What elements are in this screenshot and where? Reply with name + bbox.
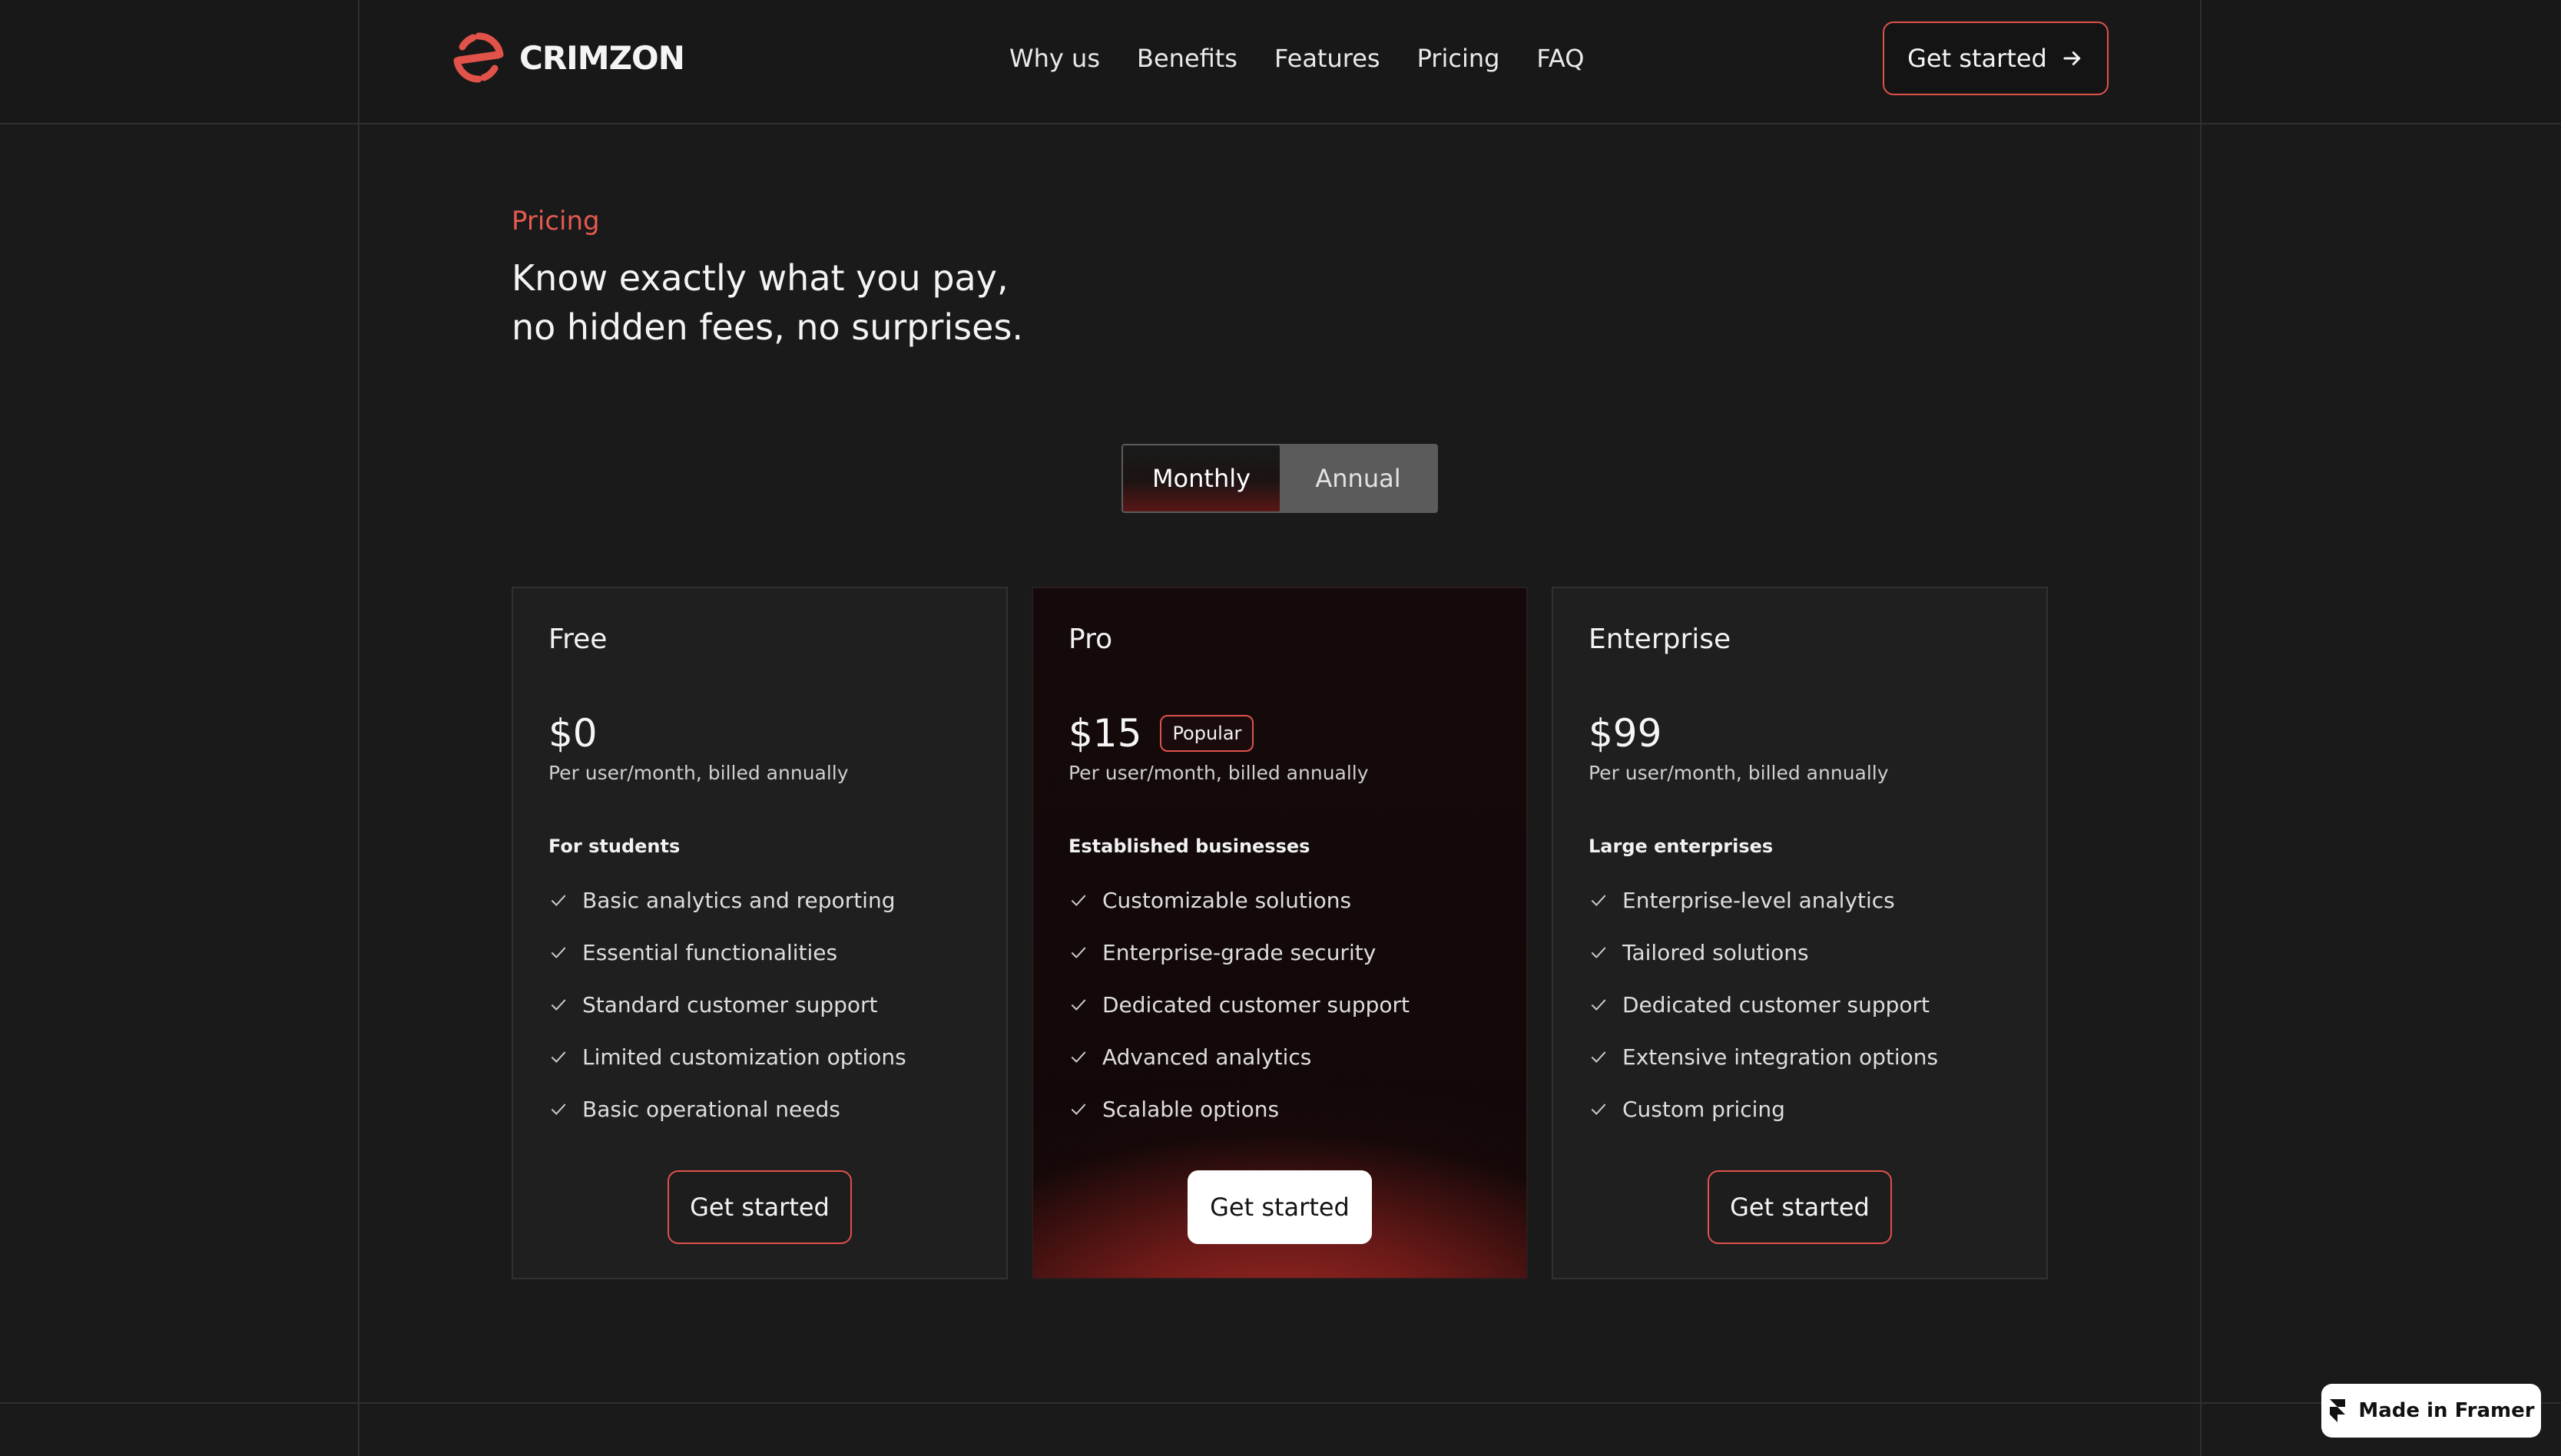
- feature-item: Standard customer support: [548, 978, 906, 1031]
- toggle-monthly[interactable]: Monthly: [1123, 445, 1280, 511]
- feature-text: Customizable solutions: [1102, 887, 1352, 913]
- plan-billing: Per user/month, billed annually: [1589, 762, 1889, 784]
- nav-item-why-us[interactable]: Why us: [1009, 40, 1100, 77]
- feature-item: Enterprise-grade security: [1068, 926, 1410, 978]
- feature-item: Custom pricing: [1589, 1083, 1938, 1135]
- nav-item-features[interactable]: Features: [1274, 40, 1380, 77]
- check-icon: [1071, 1104, 1086, 1115]
- feature-list: Enterprise-level analytics Tailored solu…: [1589, 874, 1938, 1135]
- nav-item-faq[interactable]: FAQ: [1536, 40, 1584, 77]
- brand-name: CRIMZON: [519, 38, 685, 77]
- toggle-annual[interactable]: Annual: [1280, 445, 1436, 511]
- feature-text: Custom pricing: [1622, 1096, 1785, 1122]
- popular-badge: Popular: [1160, 715, 1254, 752]
- feature-text: Standard customer support: [582, 991, 878, 1018]
- feature-item: Dedicated customer support: [1068, 978, 1410, 1031]
- price-row: $99: [1589, 711, 1662, 756]
- feature-text: Enterprise-level analytics: [1622, 887, 1895, 913]
- header-grid-line-left: [358, 0, 359, 124]
- framer-logo-icon: [2330, 1399, 2346, 1422]
- feature-text: Dedicated customer support: [1622, 991, 1930, 1018]
- feature-text: Limited customization options: [582, 1044, 906, 1070]
- check-icon: [1071, 947, 1086, 958]
- header-grid-line-right: [2200, 0, 2202, 124]
- feature-item: Basic operational needs: [548, 1083, 906, 1135]
- feature-list: Basic analytics and reporting Essential …: [548, 874, 906, 1135]
- feature-item: Tailored solutions: [1589, 926, 1938, 978]
- check-icon: [1591, 1104, 1606, 1115]
- plan-audience: For students: [548, 836, 681, 857]
- feature-text: Dedicated customer support: [1102, 991, 1410, 1018]
- header-divider: [0, 123, 2561, 124]
- check-icon: [551, 1104, 566, 1115]
- check-icon: [1591, 999, 1606, 1011]
- feature-text: Essential functionalities: [582, 939, 838, 965]
- plan-name: Free: [548, 624, 608, 655]
- feature-text: Advanced analytics: [1102, 1044, 1312, 1070]
- plan-card-pro: Pro $15 Popular Per user/month, billed a…: [1032, 587, 1528, 1279]
- plan-price: $99: [1589, 711, 1662, 756]
- check-icon: [1071, 1051, 1086, 1063]
- title-line-2: no hidden fees, no surprises.: [512, 306, 1024, 348]
- nav-item-pricing[interactable]: Pricing: [1417, 40, 1500, 77]
- plan-billing: Per user/month, billed annually: [548, 762, 849, 784]
- check-icon: [551, 947, 566, 958]
- check-icon: [1591, 947, 1606, 958]
- plan-card-free: Free $0 Per user/month, billed annually …: [512, 587, 1008, 1279]
- plan-name: Enterprise: [1589, 624, 1731, 655]
- plan-audience: Established businesses: [1068, 836, 1310, 857]
- grid-line-bottom: [0, 1402, 2561, 1404]
- plan-price: $15: [1068, 711, 1142, 756]
- feature-text: Tailored solutions: [1622, 939, 1809, 965]
- arrow-right-icon: [2063, 51, 2081, 65]
- section-title: Know exactly what you pay, no hidden fee…: [512, 253, 1203, 352]
- free-get-started-button[interactable]: Get started: [668, 1170, 852, 1244]
- feature-item: Advanced analytics: [1068, 1031, 1410, 1083]
- price-row: $0: [548, 711, 598, 756]
- feature-list: Customizable solutions Enterprise-grade …: [1068, 874, 1410, 1135]
- title-line-1: Know exactly what you pay,: [512, 257, 1009, 299]
- header-get-started-button[interactable]: Get started: [1883, 22, 2109, 95]
- header-cta-label: Get started: [1907, 44, 2047, 73]
- nav-item-benefits[interactable]: Benefits: [1137, 40, 1237, 77]
- feature-text: Basic analytics and reporting: [582, 887, 896, 913]
- site-header: CRIMZON Why us Benefits Features Pricing…: [0, 0, 2561, 124]
- feature-item: Basic analytics and reporting: [548, 874, 906, 926]
- feature-item: Customizable solutions: [1068, 874, 1410, 926]
- feature-item: Extensive integration options: [1589, 1031, 1938, 1083]
- plan-billing: Per user/month, billed annually: [1068, 762, 1369, 784]
- grid-line-right: [2200, 0, 2202, 1456]
- check-icon: [551, 1051, 566, 1063]
- plan-name: Pro: [1068, 624, 1113, 655]
- check-icon: [1591, 895, 1606, 906]
- feature-text: Basic operational needs: [582, 1096, 840, 1122]
- main-nav: Why us Benefits Features Pricing FAQ: [1009, 40, 1584, 77]
- feature-item: Dedicated customer support: [1589, 978, 1938, 1031]
- billing-toggle: Monthly Annual: [1121, 444, 1438, 513]
- check-icon: [1071, 895, 1086, 906]
- made-in-framer-badge[interactable]: Made in Framer: [2321, 1384, 2541, 1438]
- feature-text: Scalable options: [1102, 1096, 1280, 1122]
- plan-card-enterprise: Enterprise $99 Per user/month, billed an…: [1552, 587, 2048, 1279]
- feature-item: Essential functionalities: [548, 926, 906, 978]
- pro-get-started-button[interactable]: Get started: [1188, 1170, 1372, 1244]
- feature-item: Limited customization options: [548, 1031, 906, 1083]
- feature-item: Enterprise-level analytics: [1589, 874, 1938, 926]
- check-icon: [551, 895, 566, 906]
- check-icon: [1591, 1051, 1606, 1063]
- enterprise-get-started-button[interactable]: Get started: [1708, 1170, 1892, 1244]
- feature-text: Extensive integration options: [1622, 1044, 1939, 1070]
- grid-line-left: [358, 0, 359, 1456]
- price-row: $15 Popular: [1068, 711, 1254, 756]
- brand-logo[interactable]: CRIMZON: [450, 31, 685, 84]
- plan-price: $0: [548, 711, 598, 756]
- feature-item: Scalable options: [1068, 1083, 1410, 1135]
- check-icon: [1071, 999, 1086, 1011]
- plan-audience: Large enterprises: [1589, 836, 1774, 857]
- check-icon: [551, 999, 566, 1011]
- feature-text: Enterprise-grade security: [1102, 939, 1377, 965]
- section-eyebrow: Pricing: [512, 206, 600, 237]
- framer-badge-label: Made in Framer: [2358, 1399, 2535, 1422]
- crimzon-logo-icon: [453, 32, 504, 83]
